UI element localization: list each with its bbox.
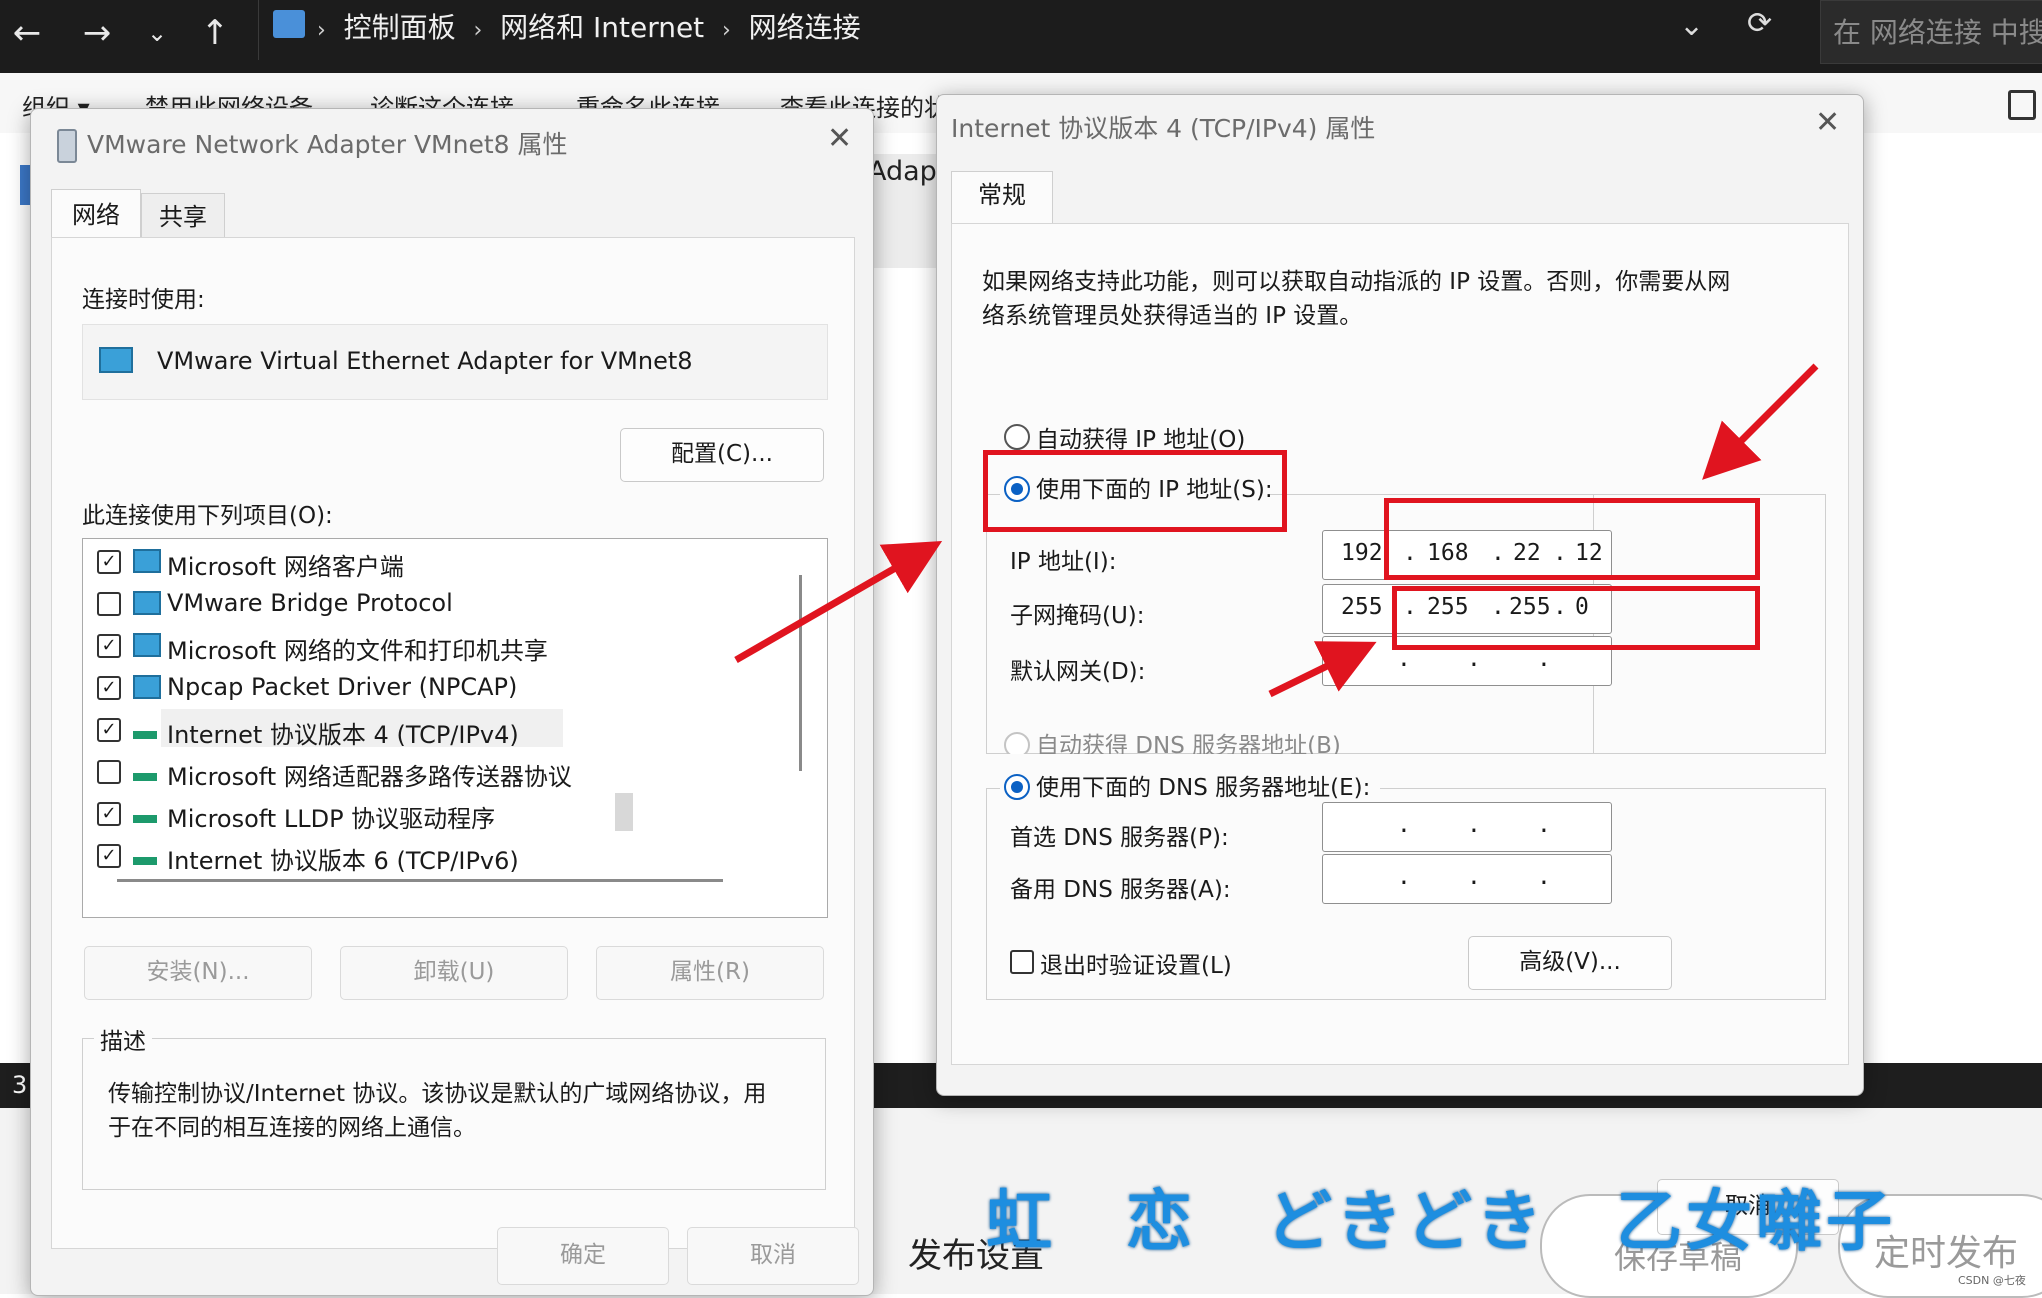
overlay-banner-text: 虹 恋 どきどき 乙女囃子 [986, 1183, 1896, 1260]
arrow-to-subnet-mask [1268, 641, 1377, 698]
annotation-arrows [734, 363, 1819, 698]
arrow-to-ip-address [1702, 363, 1819, 480]
arrow-to-manual-ip [734, 541, 943, 664]
